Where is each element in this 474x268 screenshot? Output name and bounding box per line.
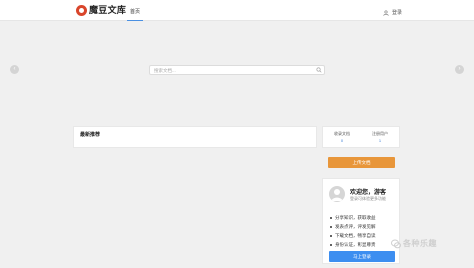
header-login-link[interactable]: 登录 — [383, 9, 402, 16]
search-box[interactable]: 搜索文档... — [149, 65, 325, 75]
watermark-text: 各种乐趣 — [403, 239, 437, 248]
feature-text: 下载文档，畅享自读 — [335, 233, 376, 238]
feature-text: 分享知识，获取收益 — [335, 215, 376, 220]
list-item: 发表点评，评发见解 — [330, 222, 376, 231]
feature-list: 分享知识，获取收益 发表点评，评发见解 下载文档，畅享自读 身份认证，彰显尊贵 — [330, 213, 376, 249]
login-link-label: 登录 — [392, 10, 403, 16]
chevron-left-icon: ‹ — [13, 66, 16, 72]
avatar-user-icon — [331, 189, 343, 201]
list-item: 身份认证，彰显尊贵 — [330, 240, 376, 249]
stat-documents: 收录文档 0 — [323, 127, 361, 147]
feature-text: 发表点评，评发见解 — [335, 224, 376, 229]
site-stats: 收录文档 0 注册用户 1 — [322, 126, 400, 148]
upload-document-button[interactable]: 上传文档 — [328, 157, 395, 168]
search-input[interactable]: 搜索文档... — [154, 67, 176, 74]
bullet-icon — [330, 216, 332, 219]
login-button-label: 马上登录 — [353, 254, 371, 259]
nav-home-tab[interactable]: 首页 — [127, 0, 143, 21]
welcome-title: 欢迎您，游客 — [350, 190, 387, 196]
top-header: 魔豆文库 首页 登录 — [0, 0, 474, 21]
bullet-icon — [330, 225, 332, 228]
list-item: 分享知识，获取收益 — [330, 213, 376, 222]
logo-text: 魔豆文库 — [89, 5, 127, 15]
login-now-button[interactable]: 马上登录 — [329, 251, 395, 262]
list-item: 下载文档，畅享自读 — [330, 231, 376, 240]
search-icon[interactable] — [316, 67, 322, 73]
user-icon — [383, 9, 389, 16]
carousel-next-button[interactable]: › — [455, 65, 464, 74]
upload-button-label: 上传文档 — [352, 160, 371, 165]
stat-documents-value: 0 — [340, 138, 344, 143]
bullet-icon — [330, 243, 332, 246]
site-logo[interactable]: 魔豆文库 — [76, 5, 126, 16]
feature-text: 身份认证，彰显尊贵 — [335, 242, 376, 247]
carousel-prev-button[interactable]: ‹ — [10, 65, 19, 74]
welcome-card: 欢迎您，游客 登录可体验更多功能 分享知识，获取收益 发表点评，评发见解 下载文… — [322, 178, 400, 264]
stat-users-value: 1 — [378, 138, 382, 143]
logo-mark-icon — [76, 5, 87, 16]
chevron-right-icon: › — [458, 66, 461, 72]
avatar — [329, 186, 345, 202]
recommend-title: 最新推荐 — [80, 132, 101, 138]
page: 魔豆文库 首页 登录 ‹ › 搜索文档... 最新推荐 收录文档 0 注册用户 … — [0, 0, 474, 268]
stat-users: 注册用户 1 — [361, 127, 399, 147]
latest-recommend-panel: 最新推荐 — [73, 126, 317, 148]
watermark: 各种乐趣 — [391, 238, 437, 249]
wechat-icon — [391, 239, 401, 248]
welcome-subtitle: 登录可体验更多功能 — [350, 196, 386, 201]
bullet-icon — [330, 234, 332, 237]
